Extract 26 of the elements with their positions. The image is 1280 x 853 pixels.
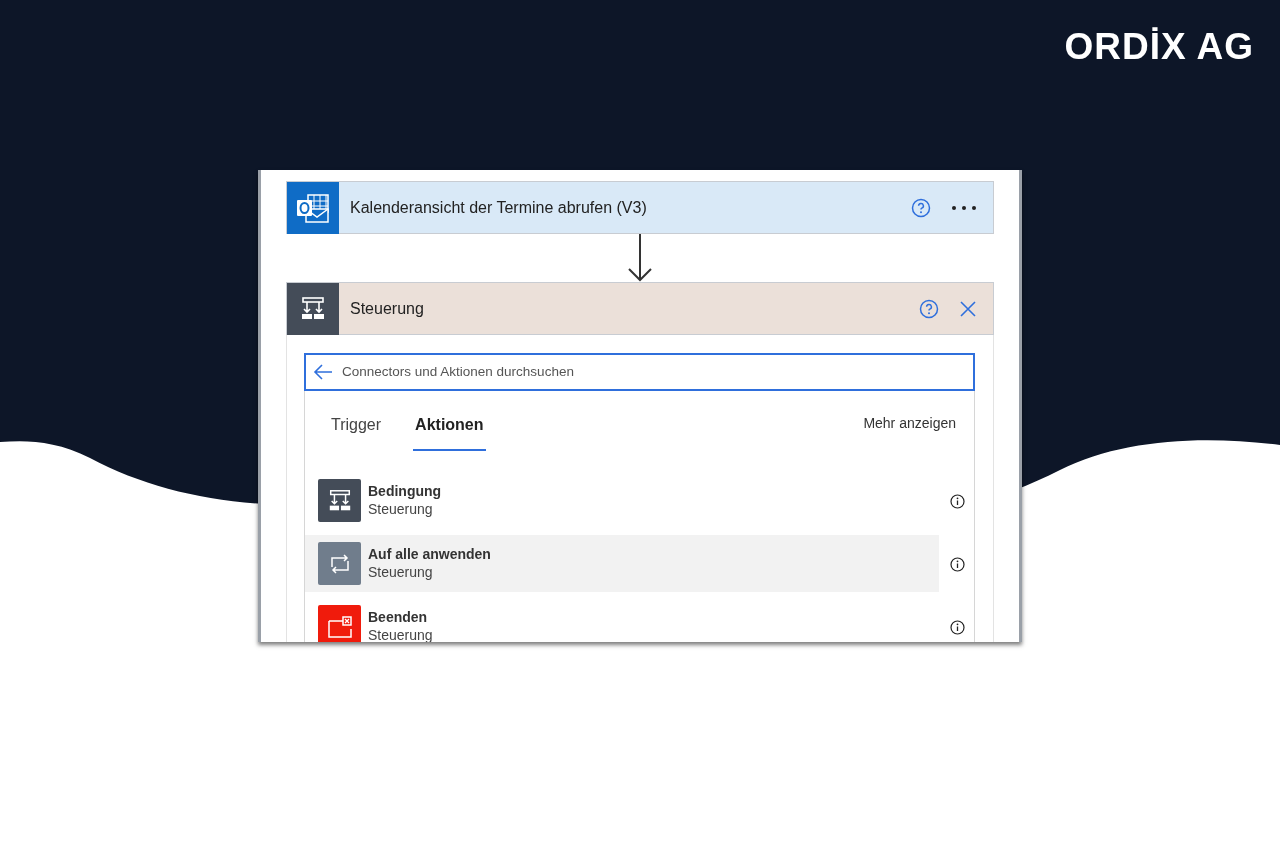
action-category: Steuerung xyxy=(368,626,433,642)
info-icon[interactable] xyxy=(950,619,965,635)
company-logo: ORDİX AG xyxy=(1064,28,1254,65)
action-title: Kalenderansicht der Termine abrufen (V3) xyxy=(349,197,648,218)
action-category: Steuerung xyxy=(368,500,434,518)
show-more-link[interactable]: Mehr anzeigen xyxy=(863,413,956,434)
action-name: Beenden xyxy=(368,609,429,627)
action-list-item[interactable]: Bedingung Steuerung xyxy=(305,472,939,529)
down-arrow xyxy=(626,234,654,282)
info-icon[interactable] xyxy=(950,556,965,572)
help-icon xyxy=(919,298,939,319)
tab[interactable]: Trigger xyxy=(329,413,384,451)
window-close-icon xyxy=(326,614,353,639)
close-icon xyxy=(959,299,977,318)
search-field[interactable]: Connectors und Aktionen durchsuchen xyxy=(304,353,975,391)
info-icon[interactable] xyxy=(950,493,965,509)
action-list-item[interactable]: Beenden Steuerung xyxy=(305,598,939,642)
tab[interactable]: Aktionen xyxy=(413,413,486,451)
action-name: Bedingung xyxy=(368,483,442,501)
back-arrow-icon[interactable] xyxy=(313,364,333,380)
action-name: Auf alle anwenden xyxy=(368,546,491,564)
action-category: Steuerung xyxy=(368,563,434,581)
more-icon xyxy=(951,204,977,211)
mail-calendar-icon xyxy=(296,191,330,224)
help-icon xyxy=(911,197,931,218)
action-title: Steuerung xyxy=(349,298,425,319)
